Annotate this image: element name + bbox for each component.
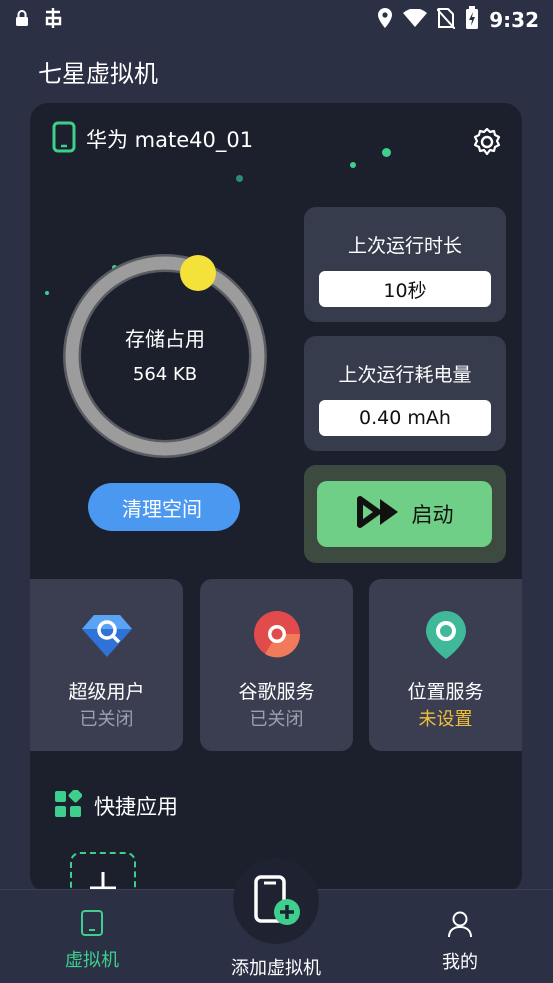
launch-label: 启动 [411,503,454,527]
settings-gear-icon[interactable] [472,127,502,161]
nav-vm[interactable]: 虚拟机 [32,910,152,972]
nav-add-vm[interactable]: 添加虚拟机 [216,948,336,980]
lock-icon [14,9,30,31]
feature-status: 已关闭 [79,709,134,730]
nav-add-label: 添加虚拟机 [231,958,321,979]
storage-value: 564 KB [132,364,198,385]
quick-apps-title: 快捷应用 [94,795,178,819]
last-run-power-title: 上次运行耗电量 [338,364,472,386]
clean-space-button[interactable]: 清理空间 [88,483,240,531]
phone-icon [52,121,76,157]
feature-status: 已关闭 [249,709,304,730]
nav-me-label: 我的 [442,952,478,973]
location-pin-icon [419,607,473,661]
last-run-power-value: 0.40 mAh [319,400,491,436]
clean-space-label: 清理空间 [122,496,202,521]
feature-google-services[interactable]: 谷歌服务 已关闭 [200,579,353,751]
storage-ring: 存储占用 564 KB [60,251,270,461]
device-name: 华为 mate40_01 [86,128,254,152]
phone-outline-icon [81,910,103,936]
decor-dot [236,175,243,182]
storage-ring-knob [180,255,216,291]
last-run-duration-value: 10秒 [319,271,491,307]
feature-status: 未设置 [418,709,473,730]
device-card: 华为 mate40_01 存储占用 564 KB 上次运行时长 10秒 上次运行… [30,103,522,893]
apps-grid-icon [54,788,83,822]
chrome-icon [250,607,304,661]
add-vm-fab[interactable] [233,858,319,944]
device-header: 华为 mate40_01 [52,121,253,157]
feature-title: 谷歌服务 [238,681,315,703]
status-time: 9:32 [489,8,539,32]
status-bar: 9:32 [0,0,553,40]
app-title: 七星虚拟机 [38,60,158,88]
feature-title: 超级用户 [68,681,145,703]
nav-vm-label: 虚拟机 [65,950,119,971]
location-icon [377,7,393,33]
no-sim-icon [436,7,456,34]
decor-dot [350,162,356,168]
user-diamond-icon [80,607,134,661]
play-forward-icon [356,495,402,534]
app-icon [42,6,66,34]
launch-button[interactable]: 启动 [317,481,492,547]
feature-title: 位置服务 [407,681,484,703]
launch-area: 启动 [304,465,506,563]
feature-location-services[interactable]: 位置服务 未设置 [369,579,522,751]
last-run-duration-box: 上次运行时长 10秒 [304,207,506,322]
decor-dot [382,148,391,157]
decor-dot [45,291,49,295]
add-phone-icon [254,875,300,925]
wifi-icon [403,7,428,32]
last-run-power-box: 上次运行耗电量 0.40 mAh [304,336,506,451]
last-run-duration-title: 上次运行时长 [347,235,462,257]
nav-me[interactable]: 我的 [400,910,520,974]
feature-super-user[interactable]: 超级用户 已关闭 [30,579,183,751]
battery-icon [465,5,479,35]
plus-icon [90,872,116,890]
storage-label: 存储占用 [125,327,205,351]
quick-apps-header: 快捷应用 [54,788,178,822]
user-icon [448,911,472,938]
